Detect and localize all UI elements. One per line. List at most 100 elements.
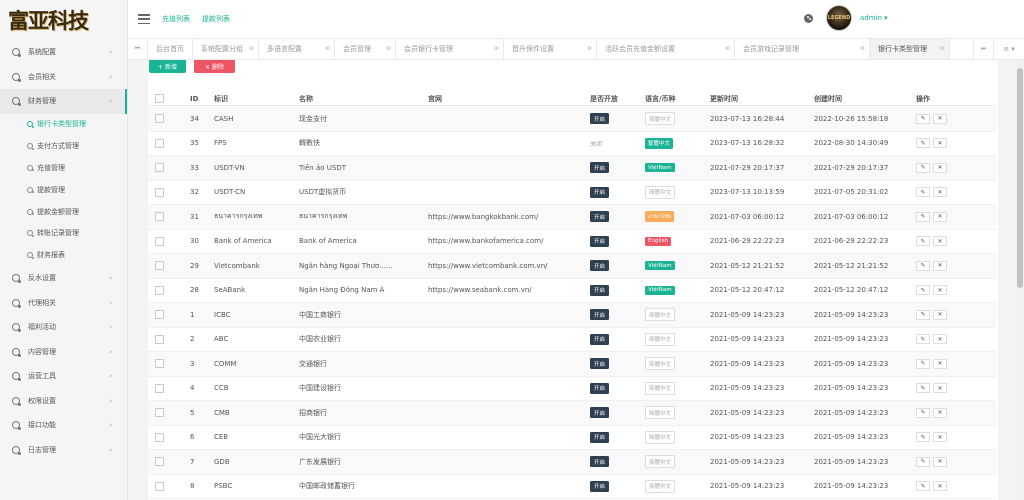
tab[interactable]: 多语言配置 ⊗ bbox=[259, 39, 335, 59]
close-icon[interactable]: ⊗ bbox=[940, 39, 945, 59]
col-code[interactable]: 标识 bbox=[214, 92, 228, 105]
edit-button[interactable]: ✎ bbox=[916, 162, 930, 173]
delete-button[interactable]: ✕ 删除 bbox=[194, 60, 235, 73]
status-badge[interactable]: 关闭 bbox=[590, 139, 602, 148]
table-row[interactable]: 30 Bank of America Bank of America https://… bbox=[148, 230, 996, 254]
select-all-checkbox-box[interactable] bbox=[155, 94, 164, 103]
row-checkbox-box[interactable] bbox=[155, 236, 164, 246]
delete-row-button[interactable]: ✕ bbox=[933, 236, 947, 247]
edit-button[interactable]: ✎ bbox=[916, 432, 930, 443]
sidebar-item[interactable]: 运营工具 › bbox=[0, 364, 127, 389]
page-scrollbar-thumb[interactable] bbox=[1017, 68, 1023, 288]
row-checkbox-box[interactable] bbox=[155, 261, 164, 271]
edit-button[interactable]: ✎ bbox=[916, 334, 930, 345]
sidebar-item[interactable]: 福利活动 › bbox=[0, 315, 127, 340]
col-open[interactable]: 是否开放 bbox=[590, 92, 618, 105]
sidebar-subitem[interactable]: 提款管理 bbox=[0, 179, 127, 201]
tab[interactable]: 会员游戏记录管理 ⊗ bbox=[735, 39, 870, 59]
table-row[interactable]: 34 CASH 现金支付 开启 简體中文 2023-07-13 16:28:44 2022-… bbox=[148, 107, 996, 132]
sidebar-item[interactable]: 会员相关 › bbox=[0, 65, 127, 90]
table-row[interactable]: 6 CEB 中国光大银行 开启 简體中文 2021-05-09 14:23:23 2021-… bbox=[148, 426, 996, 450]
menu-toggle-icon[interactable] bbox=[138, 14, 150, 24]
col-id[interactable]: ID bbox=[190, 92, 198, 105]
tabs-scroll-left-icon[interactable]: ⏮ bbox=[128, 39, 148, 59]
close-icon[interactable]: ⊗ bbox=[725, 39, 730, 59]
avatar[interactable]: LEGEND bbox=[826, 5, 852, 31]
sidebar-item[interactable]: 代理相关 › bbox=[0, 291, 127, 316]
sidebar-item[interactable]: 系统配置 › bbox=[0, 40, 127, 65]
delete-row-button[interactable]: ✕ bbox=[933, 113, 947, 124]
sidebar-subitem[interactable]: 提款金额管理 bbox=[0, 201, 127, 223]
row-checkbox[interactable] bbox=[155, 303, 164, 327]
edit-button[interactable]: ✎ bbox=[916, 407, 930, 418]
sidebar-item[interactable]: 权限设置 › bbox=[0, 389, 127, 414]
delete-row-button[interactable]: ✕ bbox=[933, 334, 947, 345]
edit-button[interactable]: ✎ bbox=[916, 285, 930, 296]
col-updated[interactable]: 更新时间 bbox=[710, 92, 738, 105]
sidebar-item[interactable]: 接口功能 › bbox=[0, 413, 127, 438]
user-menu[interactable]: admin ▾ bbox=[860, 14, 888, 22]
recharge-list-link[interactable]: 充值列表 bbox=[162, 14, 190, 24]
row-checkbox[interactable] bbox=[155, 450, 164, 474]
row-checkbox-box[interactable] bbox=[155, 432, 164, 442]
tabs-menu-icon[interactable]: ≡ ▾ bbox=[993, 39, 1024, 59]
logo[interactable]: 富亚科技 bbox=[0, 0, 127, 40]
delete-row-button[interactable]: ✕ bbox=[933, 138, 947, 149]
sidebar-subitem[interactable]: 支付方式管理 bbox=[0, 135, 127, 157]
delete-row-button[interactable]: ✕ bbox=[933, 211, 947, 222]
sidebar-subitem[interactable]: 转账记录管理 bbox=[0, 222, 127, 244]
edit-button[interactable]: ✎ bbox=[916, 456, 930, 467]
col-lang[interactable]: 语言/币种 bbox=[645, 92, 676, 105]
col-created[interactable]: 创建时间 bbox=[814, 92, 842, 105]
sidebar-subitem[interactable]: 充值管理 bbox=[0, 157, 127, 179]
sidebar-item[interactable]: 日志管理 › bbox=[0, 438, 127, 463]
add-button[interactable]: + 新增 bbox=[149, 60, 186, 73]
edit-button[interactable]: ✎ bbox=[916, 211, 930, 222]
delete-row-button[interactable]: ✕ bbox=[933, 285, 947, 296]
status-badge[interactable]: 开启 bbox=[590, 407, 610, 419]
row-checkbox[interactable] bbox=[155, 401, 164, 425]
status-badge[interactable]: 开启 bbox=[590, 309, 610, 321]
edit-button[interactable]: ✎ bbox=[916, 138, 930, 149]
status-badge[interactable]: 开启 bbox=[590, 456, 610, 468]
row-checkbox-box[interactable] bbox=[155, 114, 164, 124]
edit-button[interactable]: ✎ bbox=[916, 260, 930, 271]
delete-row-button[interactable]: ✕ bbox=[933, 260, 947, 271]
status-badge[interactable]: 开启 bbox=[590, 431, 610, 443]
table-row[interactable]: 2 ABC 中国农业银行 开启 简體中文 2021-05-09 14:23:23 2021-… bbox=[148, 328, 996, 352]
row-checkbox[interactable] bbox=[155, 156, 164, 180]
sidebar-subitem[interactable]: 银行卡类型管理 bbox=[0, 114, 127, 136]
table-row[interactable]: 4 CCB 中国建设银行 开启 简體中文 2021-05-09 14:23:23 2021-… bbox=[148, 377, 996, 401]
tabs-scroll-right-icon[interactable]: ⏭ bbox=[973, 39, 993, 59]
row-checkbox-box[interactable] bbox=[155, 457, 164, 467]
theme-palette-icon[interactable] bbox=[804, 14, 813, 23]
col-site[interactable]: 官网 bbox=[428, 92, 442, 105]
close-icon[interactable]: ⊗ bbox=[386, 39, 391, 59]
row-checkbox-box[interactable] bbox=[155, 334, 164, 344]
tab[interactable]: 晋升保件设置 ⊗ bbox=[504, 39, 597, 59]
status-badge[interactable]: 开启 bbox=[590, 382, 610, 394]
status-badge[interactable]: 开启 bbox=[590, 235, 610, 247]
delete-row-button[interactable]: ✕ bbox=[933, 432, 947, 443]
row-checkbox[interactable] bbox=[155, 230, 164, 254]
close-icon[interactable]: ⊗ bbox=[249, 39, 254, 59]
tab[interactable]: 系统配置分组 ⊗ bbox=[193, 39, 259, 59]
close-icon[interactable]: ⊗ bbox=[860, 39, 865, 59]
table-row[interactable]: 7 GDB 广东发展银行 开启 简體中文 2021-05-09 14:23:23 2021-… bbox=[148, 450, 996, 475]
close-icon[interactable]: ⊗ bbox=[325, 39, 330, 59]
row-checkbox[interactable] bbox=[155, 181, 164, 205]
edit-button[interactable]: ✎ bbox=[916, 113, 930, 124]
status-badge[interactable]: 开启 bbox=[590, 260, 610, 272]
table-row[interactable]: 28 SeABank Ngân Hàng Đông Nam Á https://www… bbox=[148, 279, 996, 303]
tab[interactable]: 后台首页 bbox=[148, 39, 193, 59]
edit-button[interactable]: ✎ bbox=[916, 236, 930, 247]
tab[interactable]: 活跃会员充值金额设置 ⊗ bbox=[597, 39, 735, 59]
col-name[interactable]: 名称 bbox=[299, 92, 313, 105]
table-row[interactable]: 31 ธนาคารกรุงเทพ ธนาคารกรุงเทพ https://www.… bbox=[148, 205, 996, 230]
row-checkbox-box[interactable] bbox=[155, 187, 164, 197]
row-checkbox-box[interactable] bbox=[155, 285, 164, 295]
status-badge[interactable]: 开启 bbox=[590, 162, 610, 174]
row-checkbox[interactable] bbox=[155, 107, 164, 131]
delete-row-button[interactable]: ✕ bbox=[933, 407, 947, 418]
row-checkbox-box[interactable] bbox=[155, 310, 164, 320]
